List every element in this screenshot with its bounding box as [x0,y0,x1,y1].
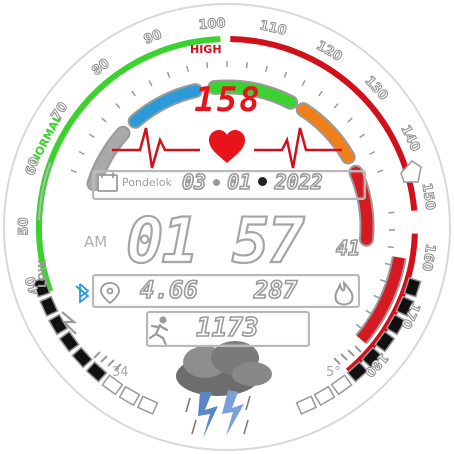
battery-block [85,361,108,383]
scale-label: 100 [198,15,227,33]
tick [78,150,85,156]
tick [347,117,353,123]
weather-left-value: 34 [112,365,129,380]
tick [148,80,153,87]
time-seconds: 41 [335,235,361,261]
tick [333,103,339,109]
watch-face [3,3,451,451]
date-separator-dot [258,177,268,186]
steps-value: 1173 [195,312,259,344]
date-value: 03 01 2022 [181,169,324,195]
tick [377,169,384,173]
tick [131,90,136,97]
tick [384,262,391,266]
stats-panel [92,274,360,308]
time-minutes: 57 [231,203,306,278]
tick [388,211,395,214]
battery-block [136,395,159,415]
tick [206,62,209,69]
tick [365,309,372,315]
tick [101,117,107,123]
time-hours: 01 [125,203,200,278]
tick [373,294,380,299]
battery-block [313,385,336,407]
tick [186,65,190,72]
tick [301,80,306,87]
tick [283,71,288,78]
scale-label: 50 [16,216,32,236]
date-year: 2022 [274,169,324,195]
tick [264,65,268,72]
tick [355,323,362,329]
battery-block [295,395,318,415]
ampm-label: AM [84,233,108,251]
date-day: 03 [181,169,207,195]
battery-block [118,385,141,407]
date-separator-dot [213,179,221,186]
high-zone-label: HIGH [190,43,222,56]
bluetooth-icon[interactable] [75,283,90,304]
tick [166,71,171,78]
heart-rate-value: 158 [194,80,262,120]
weather-storm-icon [176,341,272,438]
heart-icon [209,130,245,163]
date-month: 01 [226,169,252,195]
tick [359,133,366,139]
tick [369,150,376,156]
battery-block [58,330,80,353]
tick [70,169,77,173]
tick [387,245,394,249]
battery-block [39,295,59,318]
battery-block [71,346,93,369]
distance-value: 4.66 [139,275,198,305]
tick [318,90,323,97]
weekday-label: Pondelok [122,176,172,189]
tick [245,62,248,69]
weather-temperature: 5° [326,365,341,380]
battery-block [47,313,69,336]
calories-value: 287 [253,275,298,305]
tick [88,133,95,139]
tick [115,103,121,109]
tick [379,279,387,283]
